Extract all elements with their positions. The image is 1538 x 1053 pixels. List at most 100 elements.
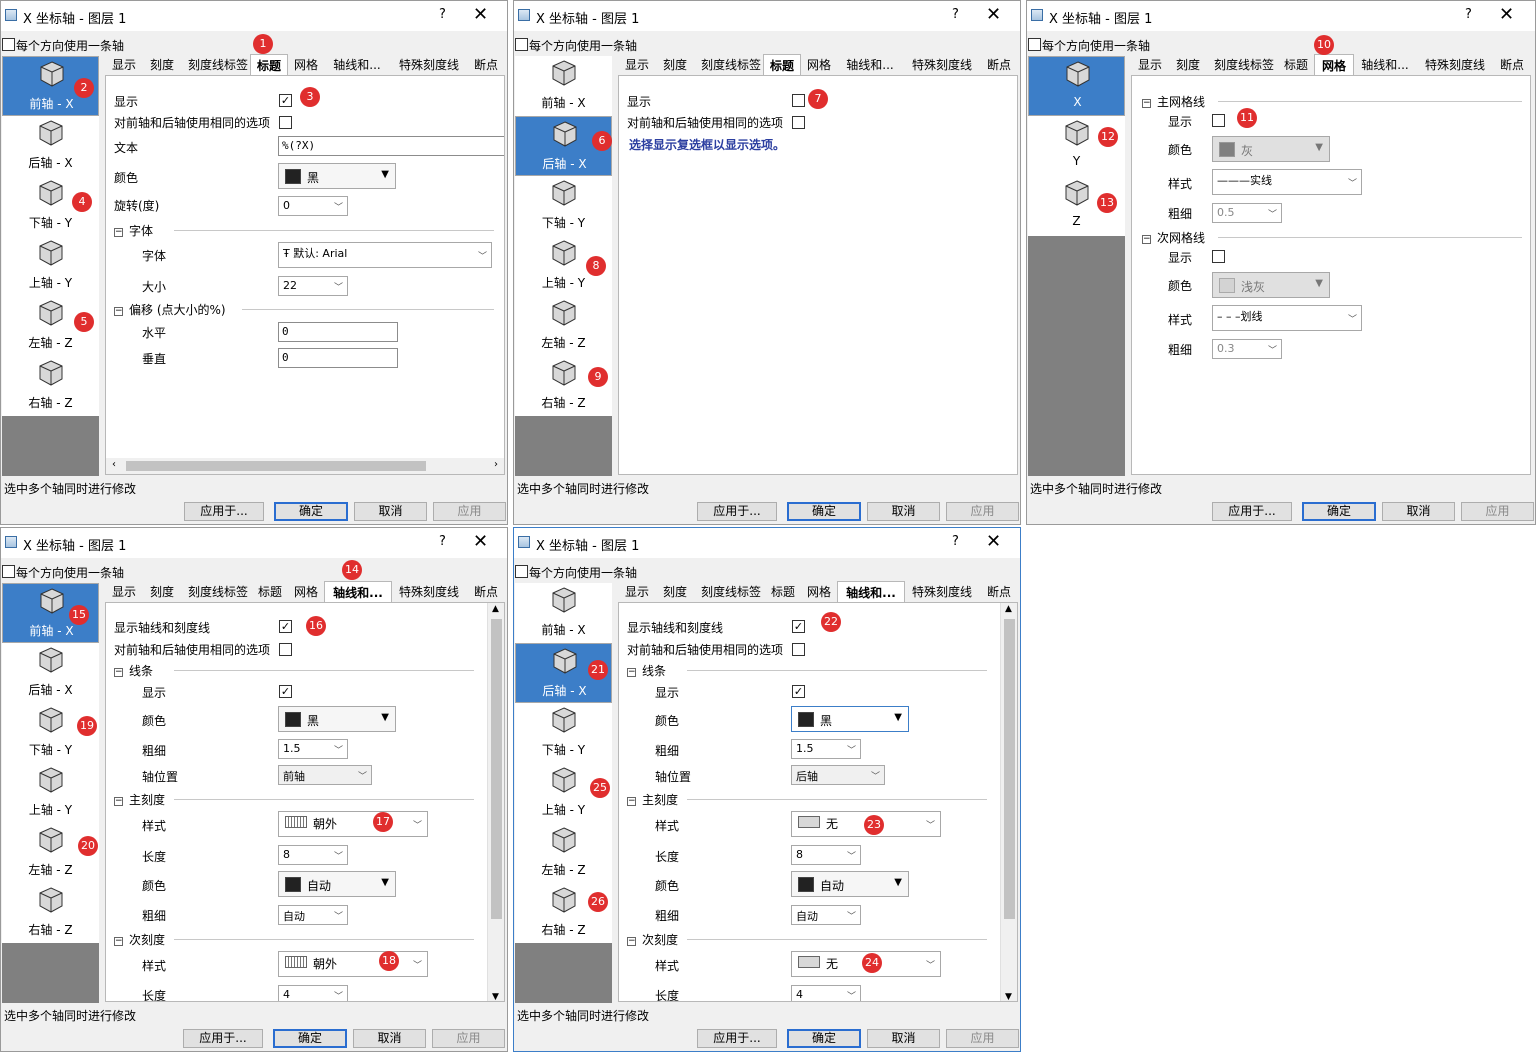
tab-tick-labels[interactable]: 刻度线标签 [182, 583, 254, 603]
minor-tick-section[interactable]: − 次刻度 [627, 931, 987, 948]
show-axis-checkbox[interactable]: ✓ [792, 620, 805, 633]
axis-item-back-x[interactable]: 后轴 - X [2, 643, 99, 703]
major-grid-section[interactable]: − 主网格线 [1142, 93, 1522, 110]
tab-scale[interactable]: 刻度 [657, 583, 693, 603]
line-section[interactable]: − 线条 [114, 662, 474, 679]
chevron-down-icon[interactable]: ▼ [1005, 992, 1012, 1001]
minor-tick-section[interactable]: − 次刻度 [114, 931, 474, 948]
apply-to-button[interactable]: 应用于... [183, 1029, 263, 1048]
chevron-right-icon[interactable]: › [494, 459, 498, 470]
major-style-select[interactable]: 朝外 ﹀ [278, 811, 428, 837]
axis-item-bottom-y[interactable]: 下轴 - Y [515, 176, 612, 236]
close-icon[interactable]: ✕ [473, 4, 488, 25]
font-select[interactable]: Ŧ 默认: Arial ﹀ [278, 242, 492, 268]
tab-tick-labels[interactable]: 刻度线标签 [695, 56, 767, 76]
help-button[interactable]: ? [952, 7, 959, 22]
apply-to-button[interactable]: 应用于... [697, 1029, 777, 1048]
ok-button[interactable]: 确定 [274, 502, 348, 521]
axis-item-right-z[interactable]: 右轴 - Z [2, 883, 99, 943]
tab-line-ticks[interactable]: 轴线和... [326, 56, 388, 76]
apply-to-button[interactable]: 应用于... [697, 502, 777, 521]
minor-width-select[interactable]: 0.3 ﹀ [1212, 339, 1282, 359]
tab-breaks[interactable]: 断点 [468, 583, 504, 603]
horizontal-field[interactable]: 0 [278, 322, 398, 342]
minor-style-select[interactable]: – – –划线 ﹀ [1212, 305, 1362, 331]
tab-title[interactable]: 标题 [250, 54, 288, 77]
same-options-checkbox[interactable] [279, 643, 292, 656]
tab-tick-labels[interactable]: 刻度线标签 [1208, 56, 1280, 76]
help-button[interactable]: ? [439, 7, 446, 22]
line-color-dropdown[interactable]: 黑 ▼ [278, 706, 396, 732]
tab-special-ticks[interactable]: 特殊刻度线 [392, 56, 466, 76]
color-dropdown[interactable]: 黑 ▼ [278, 163, 396, 189]
tab-grid[interactable]: 网格 [801, 583, 837, 603]
one-axis-checkbox[interactable] [2, 565, 15, 578]
show-axis-checkbox[interactable]: ✓ [279, 620, 292, 633]
axis-item-top-y[interactable]: 上轴 - Y [2, 763, 99, 823]
minor-color-dropdown[interactable]: 浅灰 ▼ [1212, 272, 1330, 298]
cancel-button[interactable]: 取消 [354, 502, 427, 521]
close-icon[interactable]: ✕ [473, 531, 488, 552]
major-color-dropdown[interactable]: 灰 ▼ [1212, 136, 1330, 162]
same-options-checkbox[interactable] [279, 116, 292, 129]
tab-special-ticks[interactable]: 特殊刻度线 [905, 56, 979, 76]
axis-item-bottom-y[interactable]: 下轴 - Y [515, 703, 612, 763]
major-style-select[interactable]: ———实线 ﹀ [1212, 169, 1362, 195]
tab-line-ticks[interactable]: 轴线和... [837, 581, 905, 604]
apply-button[interactable]: 应用 [946, 1029, 1019, 1048]
line-color-dropdown[interactable]: 黑 ▼ [791, 706, 909, 732]
tab-breaks[interactable]: 断点 [468, 56, 504, 76]
tab-breaks[interactable]: 断点 [1494, 56, 1530, 76]
scroll-thumb[interactable] [1004, 619, 1015, 919]
scroll-thumb[interactable] [491, 619, 502, 919]
help-button[interactable]: ? [952, 534, 959, 549]
axis-item-left-z[interactable]: 左轴 - Z [515, 296, 612, 356]
horizontal-scrollbar[interactable]: ‹ › [106, 458, 504, 474]
line-show-checkbox[interactable]: ✓ [792, 685, 805, 698]
apply-to-button[interactable]: 应用于... [184, 502, 264, 521]
apply-button[interactable]: 应用 [433, 502, 506, 521]
same-options-checkbox[interactable] [792, 643, 805, 656]
minor-show-checkbox[interactable] [1212, 250, 1225, 263]
tab-title[interactable]: 标题 [1278, 56, 1314, 76]
ok-button[interactable]: 确定 [273, 1029, 347, 1048]
axis-item-left-z[interactable]: 左轴 - Z [515, 823, 612, 883]
tab-display[interactable]: 显示 [619, 583, 655, 603]
tab-grid[interactable]: 网格 [288, 56, 324, 76]
ok-button[interactable]: 确定 [1302, 502, 1376, 521]
rotate-select[interactable]: 0 ﹀ [278, 196, 348, 216]
chevron-up-icon[interactable]: ▲ [1005, 604, 1012, 614]
close-icon[interactable]: ✕ [986, 4, 1001, 25]
major-length-select[interactable]: 8 ﹀ [278, 845, 348, 865]
major-color-dropdown[interactable]: 自动 ▼ [791, 871, 909, 897]
same-options-checkbox[interactable] [792, 116, 805, 129]
one-axis-checkbox[interactable] [2, 38, 15, 51]
line-show-checkbox[interactable]: ✓ [279, 685, 292, 698]
ok-button[interactable]: 确定 [787, 502, 861, 521]
major-tick-section[interactable]: − 主刻度 [114, 791, 474, 808]
ok-button[interactable]: 确定 [787, 1029, 861, 1048]
axis-position-select[interactable]: 后轴 ﹀ [791, 765, 885, 785]
major-show-checkbox[interactable] [1212, 114, 1225, 127]
one-axis-checkbox[interactable] [515, 38, 528, 51]
tab-scale[interactable]: 刻度 [144, 56, 180, 76]
chevron-down-icon[interactable]: ▼ [492, 992, 499, 1001]
one-axis-checkbox[interactable] [515, 565, 528, 578]
cancel-button[interactable]: 取消 [353, 1029, 426, 1048]
tab-breaks[interactable]: 断点 [981, 583, 1017, 603]
minor-length-select[interactable]: 4 ﹀ [791, 985, 861, 1001]
major-tick-section[interactable]: − 主刻度 [627, 791, 987, 808]
tab-breaks[interactable]: 断点 [981, 56, 1017, 76]
axis-position-select[interactable]: 前轴 ﹀ [278, 765, 372, 785]
major-width-select[interactable]: 自动 ﹀ [791, 905, 861, 925]
axis-item-front-x[interactable]: 前轴 - X [515, 56, 612, 116]
tab-line-ticks[interactable]: 轴线和... [324, 581, 392, 604]
tab-title[interactable]: 标题 [765, 583, 801, 603]
tab-title[interactable]: 标题 [252, 583, 288, 603]
major-width-select[interactable]: 自动 ﹀ [278, 905, 348, 925]
text-field[interactable]: %(?X) [278, 136, 504, 156]
help-button[interactable]: ? [439, 534, 446, 549]
tab-tick-labels[interactable]: 刻度线标签 [182, 56, 254, 76]
tab-grid[interactable]: 网格 [1314, 54, 1354, 77]
axis-item-front-x[interactable]: 前轴 - X [515, 583, 612, 643]
